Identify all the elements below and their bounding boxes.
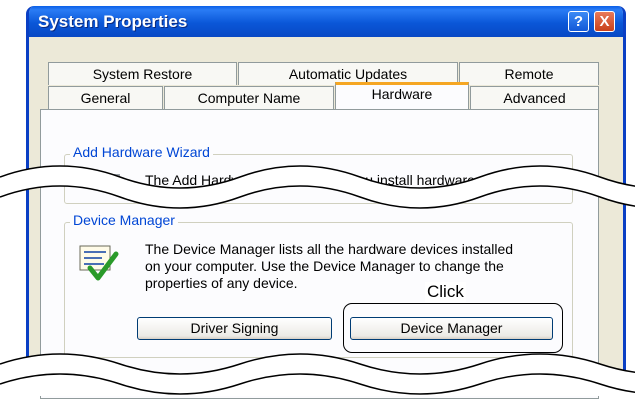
- tab-label: General: [80, 90, 131, 106]
- click-callout-frame: [343, 303, 563, 353]
- driver-signing-button[interactable]: Driver Signing: [137, 317, 332, 340]
- cut-break-top: [0, 165, 635, 209]
- tab-label: Advanced: [503, 90, 566, 106]
- tab-computer-name[interactable]: Computer Name: [164, 86, 334, 109]
- device-manager-text-line3: properties of any device.: [145, 275, 298, 291]
- tab-label: Remote: [504, 66, 554, 82]
- device-manager-icon: [79, 245, 119, 281]
- tab-label: Automatic Updates: [288, 66, 408, 82]
- close-icon: X: [599, 13, 610, 30]
- tab-label: Computer Name: [197, 90, 301, 106]
- close-button[interactable]: X: [594, 11, 615, 32]
- title-bar: System Properties ? X: [29, 6, 623, 37]
- window-title: System Properties: [38, 12, 188, 31]
- tab-hardware[interactable]: Hardware: [335, 82, 469, 109]
- help-button[interactable]: ?: [568, 11, 589, 32]
- help-icon: ?: [573, 13, 584, 30]
- tab-remote[interactable]: Remote: [459, 62, 599, 85]
- device-manager-text-line2: on your computer. Use the Device Manager…: [145, 258, 504, 274]
- tab-label: System Restore: [92, 66, 193, 82]
- click-annotation: Click: [425, 282, 466, 302]
- device-manager-text-line1: The Device Manager lists all the hardwar…: [145, 241, 514, 257]
- tab-general[interactable]: General: [48, 86, 163, 109]
- tab-label: Hardware: [371, 86, 433, 102]
- cut-break-bottom: [0, 353, 635, 396]
- tab-advanced[interactable]: Advanced: [470, 86, 599, 109]
- tab-system-restore[interactable]: System Restore: [48, 62, 237, 85]
